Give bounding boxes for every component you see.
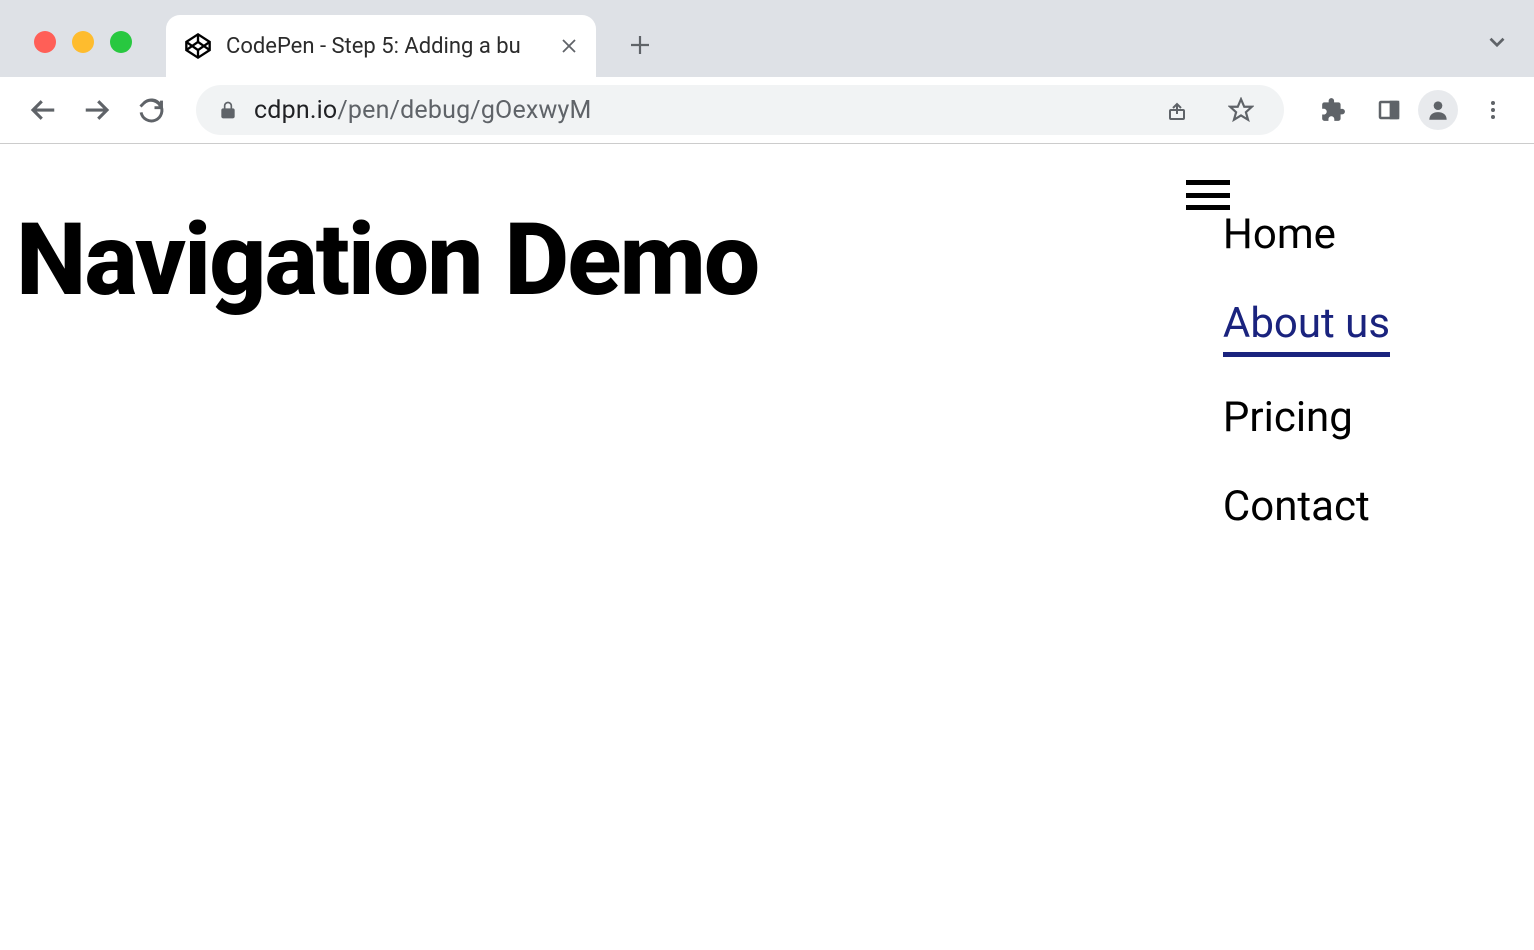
kebab-menu-icon[interactable] [1472,89,1514,131]
tab-strip: CodePen - Step 5: Adding a bu [0,0,1534,77]
address-bar[interactable]: cdpn.io/pen/debug/gOexwyM [196,85,1284,135]
nav-item-contact[interactable]: Contact [1223,482,1390,535]
browser-tab[interactable]: CodePen - Step 5: Adding a bu [166,15,596,77]
profile-avatar-icon[interactable] [1418,90,1458,130]
hamburger-line-icon [1186,193,1230,198]
nav-item-about[interactable]: About us [1223,299,1390,357]
side-panel-icon[interactable] [1368,89,1410,131]
hamburger-line-icon [1186,180,1230,185]
page-content: Navigation Demo Home About us Pricing Co… [0,144,1534,950]
bookmark-star-icon[interactable] [1220,89,1262,131]
url-text: cdpn.io/pen/debug/gOexwyM [254,96,1134,125]
back-button[interactable] [20,87,66,133]
url-path: /pen/debug/gOexwyM [337,96,591,125]
hamburger-menu-button[interactable] [1186,180,1230,210]
window-close-button[interactable] [34,31,56,53]
tab-title: CodePen - Step 5: Adding a bu [226,34,546,59]
tabs-dropdown-button[interactable] [1484,29,1510,59]
nav-item-home[interactable]: Home [1223,210,1390,263]
nav-item-pricing[interactable]: Pricing [1223,393,1390,446]
window-controls [24,31,132,77]
window-maximize-button[interactable] [110,31,132,53]
codepen-favicon-icon [184,32,212,60]
url-domain: cdpn.io [254,96,337,125]
reload-button[interactable] [128,87,174,133]
forward-button[interactable] [74,87,120,133]
window-minimize-button[interactable] [72,31,94,53]
tab-close-button[interactable] [560,37,578,55]
nav-menu: Home About us Pricing Contact [1223,210,1390,535]
browser-toolbar: cdpn.io/pen/debug/gOexwyM [0,77,1534,143]
lock-icon [218,100,238,120]
extensions-icon[interactable] [1312,89,1354,131]
browser-chrome: CodePen - Step 5: Adding a bu [0,0,1534,144]
new-tab-button[interactable] [622,27,658,63]
share-icon[interactable] [1156,89,1198,131]
